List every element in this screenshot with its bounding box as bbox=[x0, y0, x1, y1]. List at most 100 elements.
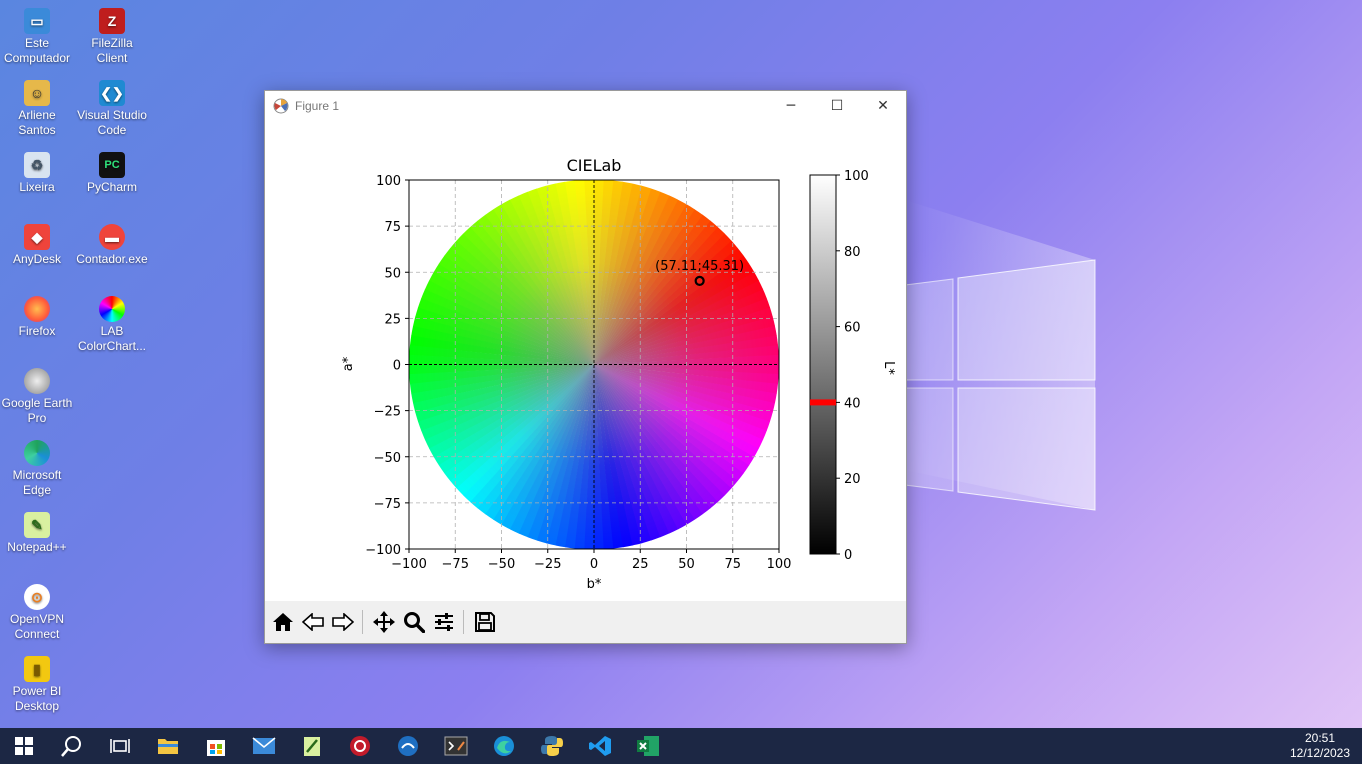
y-tick-label: 50 bbox=[384, 266, 401, 281]
taskbar-store[interactable] bbox=[192, 728, 240, 764]
store-icon bbox=[207, 740, 225, 756]
close-button[interactable]: ✕ bbox=[860, 91, 906, 121]
toolbar-separator bbox=[463, 610, 464, 634]
desktop-icon-openvpn[interactable]: ⊙ OpenVPN Connect bbox=[1, 584, 73, 642]
x-tick-label: −100 bbox=[391, 557, 427, 572]
x-tick-label: 100 bbox=[767, 557, 792, 572]
recycle-bin-icon: ♻ bbox=[24, 152, 50, 178]
user-folder-icon: ☺ bbox=[24, 80, 50, 106]
search-button[interactable] bbox=[48, 728, 96, 764]
back-arrow-icon bbox=[302, 613, 324, 631]
taskbar-app-red[interactable] bbox=[336, 728, 384, 764]
app-icon bbox=[350, 736, 370, 756]
app-icon bbox=[398, 736, 418, 756]
desktop-icon-label: FileZilla Client bbox=[91, 36, 133, 65]
forward-button[interactable] bbox=[329, 608, 357, 636]
x-tick-label: 75 bbox=[724, 557, 741, 572]
desktop-icon-label: Firefox bbox=[18, 324, 56, 338]
desktop-icon-este-computador[interactable]: ▭ Este Computador bbox=[1, 8, 73, 66]
edge-icon bbox=[24, 440, 50, 466]
google-earth-icon bbox=[24, 368, 50, 394]
y-tick-label: 25 bbox=[384, 312, 401, 327]
search-icon bbox=[61, 736, 81, 757]
colorbar-tick-label: 60 bbox=[844, 321, 861, 336]
desktop-icon-label: Este Computador bbox=[3, 36, 71, 65]
y-tick-label: −50 bbox=[374, 451, 401, 466]
floppy-disk-icon bbox=[475, 612, 495, 632]
desktop-icon-contador[interactable]: ▬ Contador.exe bbox=[76, 224, 148, 267]
desktop-icon-notepadpp[interactable]: ✎ Notepad++ bbox=[1, 512, 73, 555]
task-view-button[interactable] bbox=[96, 728, 144, 764]
save-button[interactable] bbox=[471, 608, 499, 636]
home-icon bbox=[273, 613, 293, 631]
colorbar-tick-label: 40 bbox=[844, 396, 861, 411]
y-axis-label: a* bbox=[341, 356, 356, 371]
desktop-icon-firefox[interactable]: Firefox bbox=[1, 296, 73, 339]
y-tick-label: −75 bbox=[374, 497, 401, 512]
vscode-icon: ❮❯ bbox=[99, 80, 125, 106]
y-ticks: −100 −75 −50 −25 0 25 50 75 100 bbox=[365, 174, 409, 558]
excel-icon bbox=[637, 736, 659, 756]
y-tick-label: 75 bbox=[384, 220, 401, 235]
desktop-icon-vscode[interactable]: ❮❯ Visual Studio Code bbox=[76, 80, 148, 138]
plot-canvas[interactable]: CIELab −100 −75 −50 −25 0 25 50 75 100 −100 −75 −5… bbox=[265, 121, 906, 601]
colorbar-tick-label: 20 bbox=[844, 472, 861, 487]
anydesk-icon: ◆ bbox=[24, 224, 50, 250]
taskbar-notepadpp[interactable] bbox=[288, 728, 336, 764]
desktop-icon-label: Arliene Santos bbox=[18, 108, 56, 137]
desktop-icon-google-earth[interactable]: Google Earth Pro bbox=[1, 368, 73, 426]
desktop-icon-arliene-santos[interactable]: ☺ Arliene Santos bbox=[1, 80, 73, 138]
notepadpp-icon bbox=[304, 737, 320, 756]
back-button[interactable] bbox=[299, 608, 327, 636]
minimize-button[interactable]: ─ bbox=[768, 91, 814, 121]
taskbar-terminal[interactable] bbox=[432, 728, 480, 764]
maximize-icon: ☐ bbox=[830, 98, 844, 114]
desktop-icon-pycharm[interactable]: PC PyCharm bbox=[76, 152, 148, 195]
desktop-icon-anydesk[interactable]: ◆ AnyDesk bbox=[1, 224, 73, 267]
vscode-icon bbox=[589, 736, 611, 756]
taskbar-app-blue[interactable] bbox=[384, 728, 432, 764]
configure-subplots-button[interactable] bbox=[430, 608, 458, 636]
filezilla-icon: Z bbox=[99, 8, 125, 34]
color-wheel-icon bbox=[99, 296, 125, 322]
folder-icon bbox=[158, 739, 178, 754]
x-tick-label: 50 bbox=[678, 557, 695, 572]
colorbar: 0 20 40 60 80 100 bbox=[809, 169, 869, 563]
pan-button[interactable] bbox=[370, 608, 398, 636]
desktop-icon-label: Microsoft Edge bbox=[12, 468, 62, 497]
taskbar-vscode[interactable] bbox=[576, 728, 624, 764]
x-tick-label: −75 bbox=[442, 557, 469, 572]
y-tick-label: −25 bbox=[374, 405, 401, 420]
start-button[interactable] bbox=[0, 728, 48, 764]
x-axis-label: b* bbox=[587, 577, 602, 592]
colorbar-gradient bbox=[809, 174, 837, 555]
desktop-icon-powerbi[interactable]: ▮ Power BI Desktop bbox=[1, 656, 73, 714]
sliders-icon bbox=[435, 613, 453, 631]
desktop-icon-lab-colorchart[interactable]: LAB ColorChart... bbox=[76, 296, 148, 354]
colorbar-label: L* bbox=[881, 361, 896, 375]
close-icon: ✕ bbox=[877, 98, 889, 114]
system-clock[interactable]: 20:51 12/12/2023 bbox=[1280, 728, 1360, 764]
taskbar-excel[interactable] bbox=[624, 728, 672, 764]
desktop-icon-lixeira[interactable]: ♻ Lixeira bbox=[1, 152, 73, 195]
desktop-icon-filezilla[interactable]: Z FileZilla Client bbox=[76, 8, 148, 66]
mail-icon bbox=[252, 737, 276, 754]
colorbar-tick-label: 0 bbox=[844, 548, 852, 563]
zoom-button[interactable] bbox=[400, 608, 428, 636]
desktop-icon-label: Contador.exe bbox=[76, 252, 148, 266]
desktop-icon-edge[interactable]: Microsoft Edge bbox=[1, 440, 73, 498]
taskbar-file-explorer[interactable] bbox=[144, 728, 192, 764]
pycharm-icon: PC bbox=[99, 152, 125, 178]
taskbar-python[interactable] bbox=[528, 728, 576, 764]
openvpn-icon: ⊙ bbox=[24, 584, 50, 610]
desktop-icon-label: OpenVPN Connect bbox=[9, 612, 65, 641]
title-bar[interactable]: Figure 1 ─ ☐ ✕ bbox=[265, 91, 906, 121]
figure-window[interactable]: Figure 1 ─ ☐ ✕ CIELab −100 −75 −50 −25 0 25 50… bbox=[264, 90, 907, 644]
maximize-button[interactable]: ☐ bbox=[814, 91, 860, 121]
colorbar-tick-label: 80 bbox=[844, 245, 861, 260]
taskbar-mail[interactable] bbox=[240, 728, 288, 764]
matplotlib-icon bbox=[273, 98, 289, 114]
home-button[interactable] bbox=[269, 608, 297, 636]
taskbar-edge[interactable] bbox=[480, 728, 528, 764]
clock-date: 12/12/2023 bbox=[1289, 746, 1351, 760]
